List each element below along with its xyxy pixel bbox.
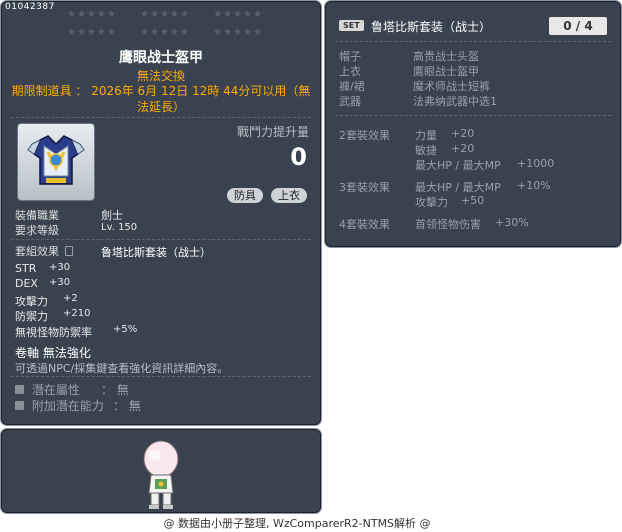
set-bonus-line: 敏捷 +20: [415, 142, 474, 158]
avatar-preview-panel: [0, 428, 322, 514]
set-bonus-line: 首领怪物伤害 +30%: [415, 216, 529, 232]
star-group: ★★★★★: [140, 9, 190, 20]
set-effect-name: 鲁塔比斯套装（战士）: [101, 246, 211, 259]
bonus-stat: 最大HP / 最大MP: [415, 181, 501, 194]
item-icon-frame: [17, 123, 95, 201]
bonus-value: +10%: [517, 179, 551, 192]
stat-value: +30: [49, 277, 71, 288]
set-piece: 上衣 鷹眼战士盔甲: [339, 63, 479, 79]
stat-value: +30: [49, 262, 71, 273]
star-group: ★★★★★: [67, 9, 117, 20]
expiry-notice: 期限制道具 ： 2026年 6月 12日 12時 44分可以用（無法延長）: [11, 84, 311, 114]
set-piece: 帽子 高贵战士头盔: [339, 48, 479, 64]
set-effect-label[interactable]: 套組效果: [15, 243, 73, 259]
stat-attack: 攻擊力 +2: [15, 293, 78, 309]
set-piece-slot: 上衣: [339, 65, 361, 78]
stat-str: STR +30: [15, 262, 70, 275]
set-effect-label-text: 套組效果: [15, 245, 59, 258]
armor-icon: [27, 135, 85, 185]
required-job-label: 裝備職業: [15, 209, 59, 222]
character-avatar-icon: [143, 440, 179, 509]
stat-name: STR: [15, 262, 37, 275]
stat-value: +5%: [113, 324, 138, 335]
set-bonus-line: 最大HP / 最大MP +1000: [415, 157, 554, 173]
divider: [335, 41, 611, 42]
required-job-row: 裝備職業 劍士: [15, 207, 123, 223]
set-piece-slot: 武器: [339, 95, 361, 108]
required-level-row: 要求等級 Lv. 150: [15, 222, 137, 238]
required-level-value: Lv. 150: [101, 222, 138, 233]
bonus-stat: 力量: [415, 129, 437, 142]
stat-ignore-defense: 無視怪物防禦率 +5%: [15, 324, 137, 340]
set-bonus-line: 力量 +20: [415, 127, 474, 143]
bonus-value: +50: [461, 194, 485, 207]
set-bonus-line: 攻擊力 +50: [415, 194, 484, 210]
bonus-stat: 最大HP / 最大MP: [415, 159, 501, 172]
divider: [11, 117, 311, 118]
stat-value: +2: [63, 293, 78, 304]
item-tooltip-panel: 01042387 ★★★★★ ★★★★★ ★★★★★ ★★★★★ ★★★★★ ★…: [0, 0, 322, 426]
potential-value: ： 無: [101, 383, 129, 397]
category-tag-top: 上衣: [271, 188, 307, 203]
additional-potential-row: 附加潛在能力 ： 無: [15, 397, 141, 414]
bonus-value: +20: [451, 127, 475, 140]
stat-name: 攻擊力: [15, 295, 48, 308]
star-group: ★★★★★: [213, 9, 263, 20]
set-piece-name: 法弗纳武器中选1: [413, 95, 497, 108]
set-count: 0 / 4: [549, 17, 607, 35]
stat-name: 無視怪物防禦率: [15, 326, 92, 339]
bonus-value: +20: [451, 142, 475, 155]
set-badge: SET: [339, 20, 364, 31]
category-tag-armor: 防具: [227, 188, 263, 203]
set-bonus-4-title: 4套裝效果: [339, 218, 390, 231]
set-piece-name: 鷹眼战士盔甲: [413, 65, 479, 78]
set-piece: 武器 法弗纳武器中选1: [339, 93, 497, 109]
star-group: ★★★★★: [67, 27, 117, 38]
power-increase-value: 0: [290, 143, 307, 171]
potential-label: 潛在屬性: [31, 383, 80, 397]
potential-square-icon: [15, 401, 24, 410]
set-bonus-3-title: 3套裝效果: [339, 181, 390, 194]
set-bonus-line: 最大HP / 最大MP +10%: [415, 179, 551, 195]
power-increase-label: 戰鬥力提升量: [236, 125, 309, 139]
potential-row: 潛在屬性 ： 無: [15, 381, 129, 398]
set-piece-slot: 褲/裙: [339, 80, 365, 93]
item-name: 鹰眼战士盔甲: [119, 50, 203, 66]
set-piece: 褲/裙 魔术师战士短裤: [339, 78, 490, 94]
lock-icon: [64, 246, 73, 256]
required-job-value: 劍士: [101, 209, 123, 222]
required-level-label: 要求等級: [15, 224, 59, 237]
additional-potential-label: 附加潛在能力: [31, 399, 104, 413]
divider: [335, 115, 611, 116]
divider: [11, 376, 311, 377]
stat-dex: DEX +30: [15, 277, 70, 290]
set-piece-name: 高贵战士头盔: [413, 50, 479, 63]
stat-name: DEX: [15, 277, 38, 290]
additional-potential-value: ： 無: [113, 399, 141, 413]
stat-value: +210: [63, 308, 91, 319]
set-bonus-2-title: 2套裝效果: [339, 129, 390, 142]
item-id: 01042387: [5, 2, 55, 12]
set-piece-name: 魔术师战士短裤: [413, 80, 490, 93]
star-force-row-1: ★★★★★ ★★★★★ ★★★★★: [67, 9, 263, 20]
stat-name: 防禦力: [15, 310, 48, 323]
bonus-stat: 首领怪物伤害: [415, 218, 481, 231]
divider: [11, 239, 311, 240]
star-group: ★★★★★: [140, 27, 190, 38]
footer-credit: @ 数据由小册子整理, WzComparerR2-NTMS解析 @: [163, 517, 431, 530]
trade-status: 無法交換: [136, 69, 185, 83]
enhance-hint: 可透過NPC/採集鍵查看強化資訊詳細內容。: [15, 362, 229, 375]
potential-square-icon: [15, 385, 24, 394]
bonus-stat: 敏捷: [415, 144, 437, 157]
bonus-stat: 攻擊力: [415, 196, 448, 209]
star-force-row-2: ★★★★★ ★★★★★ ★★★★★: [67, 27, 263, 38]
stat-defense: 防禦力 +210: [15, 308, 90, 324]
set-tooltip-panel: SET 鲁塔比斯套装（战士） 0 / 4 帽子 高贵战士头盔 上衣 鷹眼战士盔甲…: [324, 0, 622, 248]
bonus-value: +1000: [517, 157, 555, 170]
scroll-status: 卷軸 無法強化: [15, 346, 91, 360]
bonus-value: +30%: [495, 216, 529, 229]
star-group: ★★★★★: [213, 27, 263, 38]
set-title: 鲁塔比斯套装（战士）: [371, 20, 492, 34]
set-piece-slot: 帽子: [339, 50, 361, 63]
